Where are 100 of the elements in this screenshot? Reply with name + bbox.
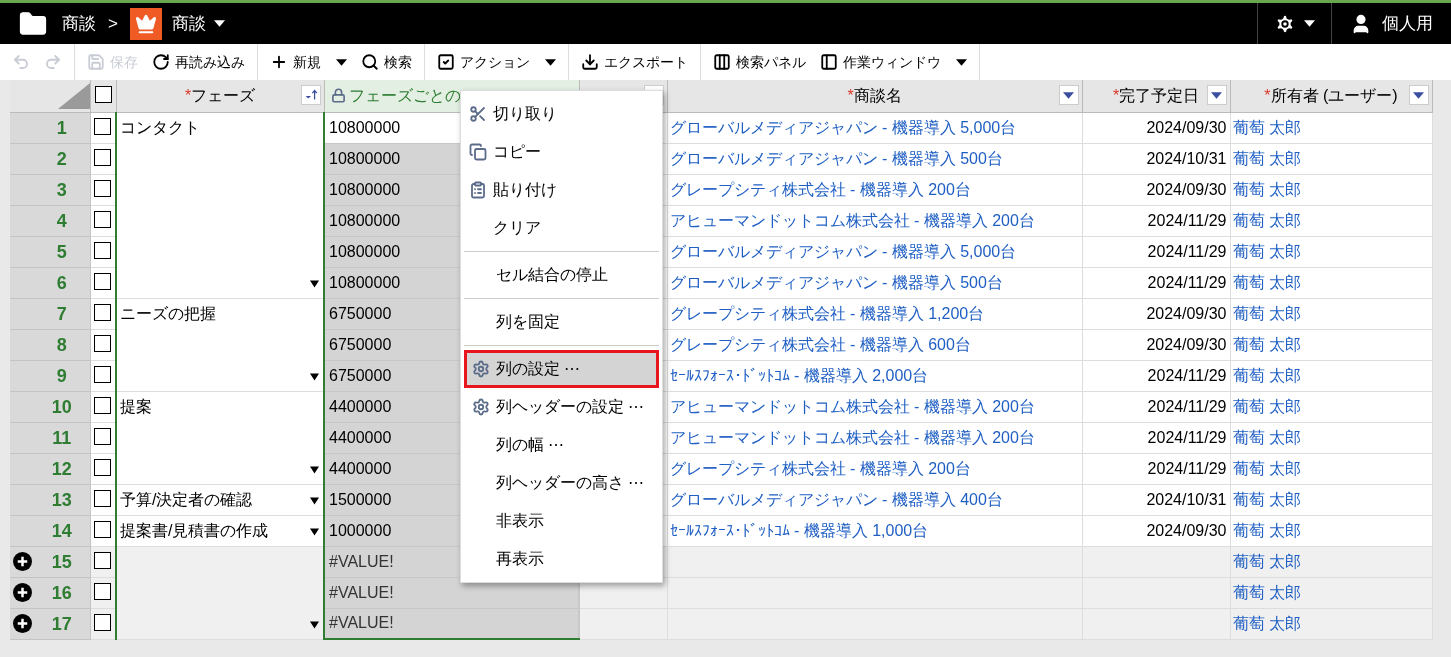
row-checkbox[interactable] xyxy=(94,489,112,507)
deal-link[interactable]: グローバルメディアジャパン - 機器導入 500台 xyxy=(667,143,1082,174)
row-checkbox[interactable] xyxy=(94,303,112,321)
column-header[interactable]: *フェーズ xyxy=(116,80,324,112)
dropdown-arrow-icon[interactable] xyxy=(310,372,319,381)
row-checkbox[interactable] xyxy=(94,520,112,538)
clipboard-icon xyxy=(469,181,487,199)
header-label: 完了予定日 xyxy=(1119,87,1200,104)
deal-link[interactable]: グローバルメディアジャパン - 機器導入 500台 xyxy=(667,267,1082,298)
menu-item[interactable]: 列の設定 ⋯ xyxy=(464,350,659,388)
sort-icon[interactable] xyxy=(300,85,321,105)
owner-link[interactable]: 葡萄 太郎 xyxy=(1230,298,1432,329)
deal-link[interactable]: アヒューマンドットコム株式会社 - 機器導入 200台 xyxy=(667,391,1082,422)
breadcrumb-item[interactable]: 商談 xyxy=(62,10,96,37)
dropdown-arrow-icon[interactable] xyxy=(310,465,319,474)
phase-cell[interactable]: 予算/決定者の確認 xyxy=(116,484,324,515)
deal-link[interactable]: アヒューマンドットコム株式会社 - 機器導入 200台 xyxy=(667,205,1082,236)
owner-link[interactable]: 葡萄 太郎 xyxy=(1230,112,1432,143)
phase-cell[interactable]: ニーズの把握 xyxy=(116,298,324,391)
dropdown-arrow-icon[interactable] xyxy=(310,279,319,288)
row-checkbox[interactable] xyxy=(94,241,112,259)
owner-link[interactable]: 葡萄 太郎 xyxy=(1230,360,1432,391)
due-date-cell: 2024/11/29 xyxy=(1082,453,1230,484)
owner-link[interactable]: 葡萄 太郎 xyxy=(1230,391,1432,422)
owner-link[interactable]: 葡萄 太郎 xyxy=(1230,267,1432,298)
add-row-icon[interactable] xyxy=(12,583,32,602)
row-checkbox[interactable] xyxy=(94,117,112,135)
toolbar-button[interactable]: エクスポート xyxy=(581,51,688,73)
row-checkbox[interactable] xyxy=(94,613,112,631)
row-checkbox[interactable] xyxy=(94,365,112,383)
lock-icon xyxy=(330,88,346,104)
caret-icon xyxy=(1413,91,1424,99)
panel-icon xyxy=(713,53,731,71)
deal-link[interactable]: ｾｰﾙｽﾌｫｰｽ･ﾄﾞｯﾄｺﾑ - 機器導入 2,000台 xyxy=(667,360,1082,391)
add-row-icon[interactable] xyxy=(12,552,32,571)
toolbar-button[interactable]: 検索パネル xyxy=(713,51,806,73)
add-row-icon[interactable] xyxy=(12,614,32,633)
row-checkbox[interactable] xyxy=(94,582,112,600)
deal-link[interactable]: グローバルメディアジャパン - 機器導入 400台 xyxy=(667,484,1082,515)
required-mark: * xyxy=(184,87,192,104)
caret-icon xyxy=(1304,20,1315,27)
column-header[interactable]: *商談名 xyxy=(667,80,1082,112)
row-number: 10 xyxy=(50,397,73,416)
deal-link[interactable]: グレープシティ株式会社 - 機器導入 1,200台 xyxy=(667,298,1082,329)
owner-link[interactable]: 葡萄 太郎 xyxy=(1230,205,1432,236)
deal-link[interactable]: グレープシティ株式会社 - 機器導入 200台 xyxy=(667,174,1082,205)
row-checkbox[interactable] xyxy=(94,396,112,414)
deal-link[interactable]: グローバルメディアジャパン - 機器導入 5,000台 xyxy=(667,236,1082,267)
row-checkbox[interactable] xyxy=(94,210,112,228)
deal-link[interactable]: アヒューマンドットコム株式会社 - 機器導入 200台 xyxy=(667,422,1082,453)
toolbar-button[interactable]: 新規 xyxy=(270,51,347,73)
owner-link[interactable]: 葡萄 太郎 xyxy=(1230,608,1432,639)
breadcrumb-separator: > xyxy=(108,12,118,35)
row-checkbox[interactable] xyxy=(94,85,112,103)
deal-link[interactable]: グローバルメディアジャパン - 機器導入 5,000台 xyxy=(667,112,1082,143)
column-header[interactable]: *所有者 (ユーザー) xyxy=(1230,80,1432,112)
owner-link[interactable]: 葡萄 太郎 xyxy=(1230,484,1432,515)
deal-link[interactable]: グレープシティ株式会社 - 機器導入 600台 xyxy=(667,329,1082,360)
filter-dropdown[interactable] xyxy=(1408,85,1429,105)
owner-link[interactable]: 葡萄 太郎 xyxy=(1230,453,1432,484)
phase-cell[interactable]: コンタクト xyxy=(116,112,324,298)
row-checkbox[interactable] xyxy=(94,148,112,166)
toolbar-button[interactable]: 作業ウィンドウ xyxy=(820,51,967,73)
dropdown-arrow-icon[interactable] xyxy=(310,620,319,629)
owner-link[interactable]: 葡萄 太郎 xyxy=(1230,515,1432,546)
dropdown-arrow-icon[interactable] xyxy=(310,527,319,536)
toolbar-button[interactable]: 再読み込み xyxy=(152,51,245,73)
total-cell[interactable]: #VALUE! xyxy=(324,608,579,639)
owner-link[interactable]: 葡萄 太郎 xyxy=(1230,422,1432,453)
owner-link[interactable]: 葡萄 太郎 xyxy=(1230,546,1432,577)
toolbar-button[interactable]: アクション xyxy=(437,51,556,73)
owner-link[interactable]: 葡萄 太郎 xyxy=(1230,329,1432,360)
required-mark: * xyxy=(1264,87,1271,104)
filter-dropdown[interactable] xyxy=(1206,85,1227,105)
due-date-cell: 2024/11/29 xyxy=(1082,267,1230,298)
phase-cell[interactable] xyxy=(116,546,324,639)
row-number: 7 xyxy=(55,304,68,323)
breadcrumb-item[interactable]: 商談 xyxy=(171,10,225,37)
row-checkbox[interactable] xyxy=(94,334,112,352)
filter-dropdown[interactable] xyxy=(1058,85,1079,105)
owner-link[interactable]: 葡萄 太郎 xyxy=(1230,143,1432,174)
phase-cell[interactable]: 提案 xyxy=(116,391,324,484)
row-checkbox[interactable] xyxy=(94,551,112,569)
row-checkbox[interactable] xyxy=(94,179,112,197)
dropdown-arrow-icon[interactable] xyxy=(310,496,319,505)
owner-link[interactable]: 葡萄 太郎 xyxy=(1230,236,1432,267)
toolbar-button[interactable]: 検索 xyxy=(361,51,412,73)
due-date-cell: 2024/11/29 xyxy=(1082,236,1230,267)
download-icon xyxy=(581,53,599,71)
row-checkbox[interactable] xyxy=(94,272,112,290)
phase-cell[interactable]: 提案書/見積書の作成 xyxy=(116,515,324,546)
row-checkbox[interactable] xyxy=(94,427,112,445)
scissors-icon xyxy=(469,105,487,123)
owner-link[interactable]: 葡萄 太郎 xyxy=(1230,577,1432,608)
owner-link[interactable]: 葡萄 太郎 xyxy=(1230,174,1432,205)
redo-icon xyxy=(44,53,62,71)
deal-link[interactable]: グレープシティ株式会社 - 機器導入 200台 xyxy=(667,453,1082,484)
column-header[interactable]: *完了予定日 xyxy=(1082,80,1230,112)
deal-link[interactable]: ｾｰﾙｽﾌｫｰｽ･ﾄﾞｯﾄｺﾑ - 機器導入 1,000台 xyxy=(667,515,1082,546)
row-checkbox[interactable] xyxy=(94,458,112,476)
